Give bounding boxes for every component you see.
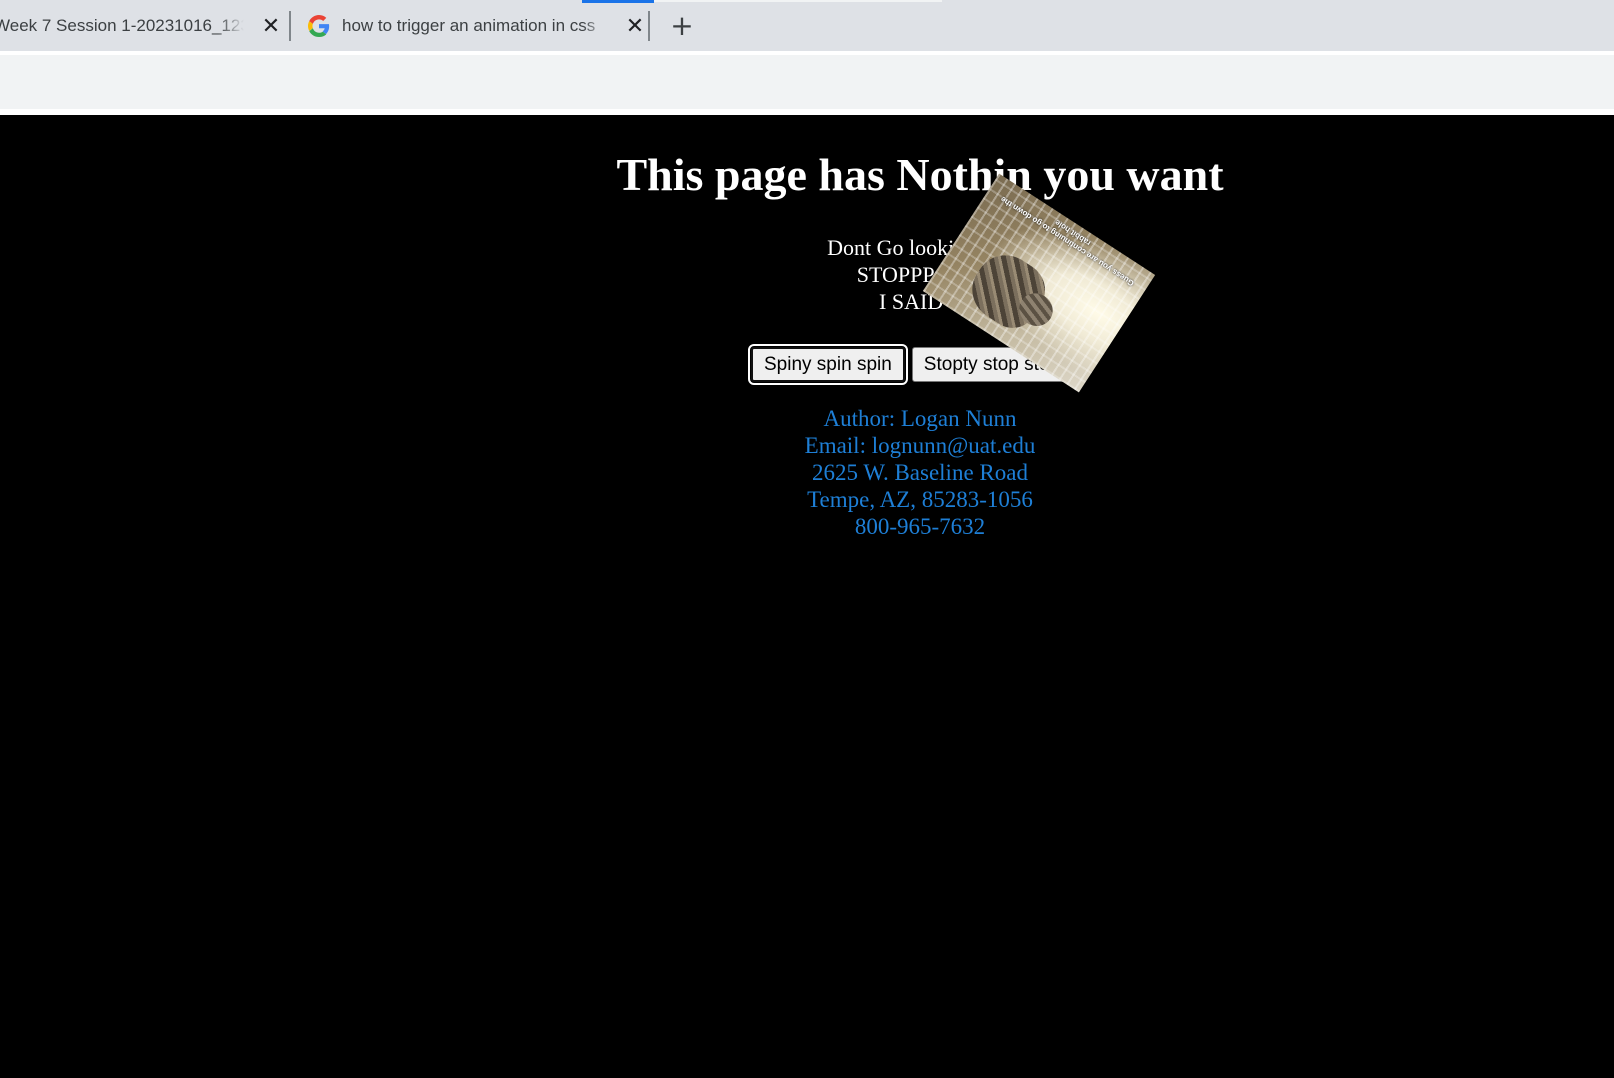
active-tab-highlight (654, 0, 942, 2)
tab-divider (289, 11, 291, 41)
tab-title: Week 7 Session 1-20231016_123 (0, 15, 244, 36)
browser-tab-google-search[interactable]: how to trigger an animation in css ✕ (296, 0, 648, 51)
browser-toolbar (0, 51, 1614, 113)
warning-line: Dont Go looking! I g (827, 235, 1013, 260)
email-line: Email: lognunn@uat.edu (804, 433, 1036, 458)
spin-button[interactable]: Spiny spin spin (748, 344, 908, 385)
close-icon[interactable]: ✕ (622, 14, 648, 37)
browser-tab-recording[interactable]: Week 7 Session 1-20231016_123 ✕ (0, 0, 284, 51)
street-line: 2625 W. Baseline Road (812, 460, 1028, 485)
phone-line: 800-965-7632 (854, 514, 986, 539)
tab-title: how to trigger an animation in css (342, 15, 608, 36)
new-tab-button[interactable]: + (667, 9, 697, 42)
city-line: Tempe, AZ, 85283-1056 (807, 487, 1033, 512)
page-title: This page has Nothin you want (616, 149, 1224, 200)
author-line: Author: Logan Nunn (823, 406, 1017, 431)
google-icon (308, 14, 330, 37)
close-icon[interactable]: ✕ (258, 14, 284, 37)
contact-info: Author: Logan Nunn Email: lognunn@uat.ed… (0, 405, 1614, 540)
tab-divider (648, 11, 650, 41)
browser-tab-strip: Week 7 Session 1-20231016_123 ✕ how to t… (0, 0, 1614, 51)
warning-text: Dont Go looking! I g STOPPP LOC I SAID S (0, 234, 1614, 315)
warning-line: I SAID S (879, 289, 961, 314)
page-content: This page has Nothin you want Dont Go lo… (0, 116, 1614, 1078)
toolbar-border (0, 109, 1614, 115)
warning-line: STOPPP LOC (856, 262, 984, 287)
